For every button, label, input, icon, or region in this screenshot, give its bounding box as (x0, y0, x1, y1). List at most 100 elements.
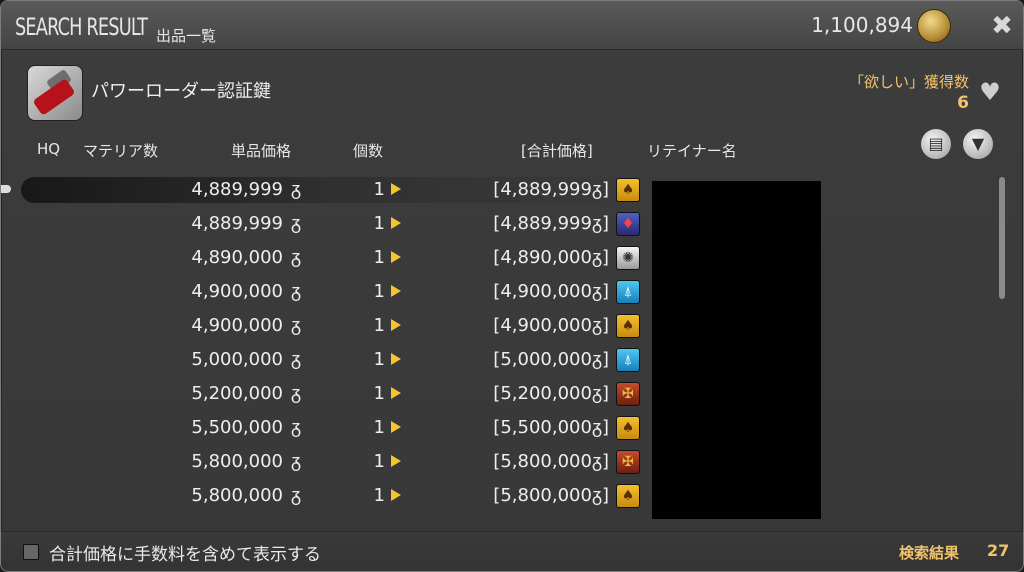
gil-symbol: ᵹ (591, 383, 602, 404)
total-price: [4,889,999ᵹ] (441, 179, 609, 200)
unit-price: 5,500,000 ᵹ (151, 417, 301, 438)
total-price-value: [5,800,000 (493, 485, 592, 506)
unit-price-value: 5,800,000 (191, 451, 283, 472)
unit-price-value: 5,800,000 (191, 485, 283, 506)
unit-price: 4,890,000 ᵹ (151, 247, 301, 268)
gil-symbol: ᵹ (290, 349, 301, 370)
bracket: ] (601, 417, 609, 438)
unit-price-value: 4,890,000 (191, 247, 283, 268)
pointer-handle (1, 185, 11, 193)
table-row[interactable]: 4,889,999 ᵹ 1 [4,889,999ᵹ] ♦ (1, 207, 1001, 241)
red-emblem-icon: ✠ (616, 450, 640, 474)
table-row[interactable]: 5,500,000 ᵹ 1 [5,500,000ᵹ] ♠ (1, 411, 1001, 445)
table-row[interactable]: 5,200,000 ᵹ 1 [5,200,000ᵹ] ✠ (1, 377, 1001, 411)
wish-count: 6 (957, 93, 969, 113)
unit-price-value: 4,900,000 (191, 315, 283, 336)
unit-price-value: 4,900,000 (191, 281, 283, 302)
column-header-quantity[interactable]: 個数 (353, 140, 383, 161)
tower-emblem-icon: ⍋ (616, 348, 640, 372)
unit-price-value: 4,889,999 (191, 179, 283, 200)
quantity: 1 (373, 417, 385, 438)
total-price-value: [4,890,000 (493, 247, 592, 268)
tower-emblem-icon: ⍋ (616, 280, 640, 304)
gil-symbol: ᵹ (591, 451, 602, 472)
gil-symbol: ᵹ (591, 247, 602, 268)
gil-symbol: ᵹ (290, 417, 301, 438)
unit-price: 5,800,000 ᵹ (151, 451, 301, 472)
gold-emblem-icon: ♠ (616, 314, 640, 338)
column-header-unit-price[interactable]: 単品価格 (231, 140, 291, 161)
table-row[interactable]: 4,889,999 ᵹ 1 [4,889,999ᵹ] ♠ (1, 173, 1001, 207)
gil-symbol: ᵹ (591, 281, 602, 302)
quantity: 1 (373, 383, 385, 404)
total-price: [5,200,000ᵹ] (441, 383, 609, 404)
scrollbar[interactable] (999, 177, 1005, 299)
play-arrow-icon (391, 421, 401, 433)
quantity: 1 (373, 247, 385, 268)
play-arrow-icon (391, 319, 401, 331)
play-arrow-icon (391, 387, 401, 399)
play-arrow-icon (391, 183, 401, 195)
close-icon[interactable]: ✖ (987, 11, 1017, 41)
column-header-hq[interactable]: HQ (37, 140, 60, 158)
gold-emblem-icon: ♠ (616, 178, 640, 202)
quantity: 1 (373, 315, 385, 336)
bracket: ] (601, 349, 609, 370)
search-result-window: SEARCH RESULT 出品一覧 1,100,894 ✖ パワーローダー認証… (0, 0, 1024, 572)
unit-price: 4,900,000 ᵹ (151, 281, 301, 302)
table-row[interactable]: 5,800,000 ᵹ 1 [5,800,000ᵹ] ✠ (1, 445, 1001, 479)
wish-count-label: 「欲しい」獲得数 (848, 73, 969, 91)
title-bar: SEARCH RESULT 出品一覧 1,100,894 ✖ (1, 1, 1023, 50)
total-price-value: [4,900,000 (493, 315, 592, 336)
table-row[interactable]: 5,000,000 ᵹ 1 [5,000,000ᵹ] ⍋ (1, 343, 1001, 377)
gil-symbol: ᵹ (591, 485, 602, 506)
gil-symbol: ᵹ (290, 179, 301, 200)
quantity: 1 (373, 179, 385, 200)
history-icon[interactable]: ▤ (921, 129, 951, 159)
table-row[interactable]: 4,900,000 ᵹ 1 [4,900,000ᵹ] ⍋ (1, 275, 1001, 309)
result-count: 27 (987, 541, 1010, 560)
gil-symbol: ᵹ (290, 383, 301, 404)
quantity: 1 (373, 213, 385, 234)
heart-icon[interactable]: ♥ (977, 79, 1003, 105)
unit-price: 5,000,000 ᵹ (151, 349, 301, 370)
column-header-total[interactable]: [合計価格] (521, 140, 593, 161)
table-row[interactable]: 4,890,000 ᵹ 1 [4,890,000ᵹ] ✺ (1, 241, 1001, 275)
include-fee-checkbox[interactable] (23, 544, 39, 560)
include-fee-label[interactable]: 合計価格に手数料を含めて表示する (49, 540, 321, 565)
total-price-value: [5,000,000 (493, 349, 592, 370)
purple-emblem-icon: ♦ (616, 212, 640, 236)
play-arrow-icon (391, 217, 401, 229)
gil-symbol: ᵹ (290, 485, 301, 506)
gil-symbol: ᵹ (591, 349, 602, 370)
column-header-retainer[interactable]: リテイナー名 (647, 140, 737, 161)
total-price: [5,800,000ᵹ] (441, 485, 609, 506)
gil-amount: 1,100,894 (811, 13, 913, 37)
gil-symbol: ᵹ (290, 315, 301, 336)
unit-price: 5,800,000 ᵹ (151, 485, 301, 506)
total-price: [5,500,000ᵹ] (441, 417, 609, 438)
play-arrow-icon (391, 251, 401, 263)
table-row[interactable]: 5,800,000 ᵹ 1 [5,800,000ᵹ] ♠ (1, 479, 1001, 513)
quantity: 1 (373, 485, 385, 506)
retainer-names-redacted (652, 181, 821, 519)
table-row[interactable]: 4,900,000 ᵹ 1 [4,900,000ᵹ] ♠ (1, 309, 1001, 343)
play-arrow-icon (391, 489, 401, 501)
total-price-value: [5,200,000 (493, 383, 592, 404)
bracket: ] (601, 247, 609, 268)
bracket: ] (601, 213, 609, 234)
quantity: 1 (373, 451, 385, 472)
total-price-value: [4,889,999 (493, 213, 592, 234)
column-header-materia[interactable]: マテリア数 (83, 140, 158, 161)
total-price: [5,800,000ᵹ] (441, 451, 609, 472)
unit-price: 4,889,999 ᵹ (151, 179, 301, 200)
total-price: [4,900,000ᵹ] (441, 315, 609, 336)
gold-emblem-icon: ♠ (616, 484, 640, 508)
filter-icon[interactable]: ▼ (963, 129, 993, 159)
unit-price-value: 5,500,000 (191, 417, 283, 438)
unit-price-value: 4,889,999 (191, 213, 283, 234)
total-price-value: [5,800,000 (493, 451, 592, 472)
item-icon[interactable] (27, 65, 83, 121)
total-price: [5,000,000ᵹ] (441, 349, 609, 370)
listing-list: 4,889,999 ᵹ 1 [4,889,999ᵹ] ♠ 4,889,999 ᵹ 1 [4,88… (1, 173, 1023, 523)
